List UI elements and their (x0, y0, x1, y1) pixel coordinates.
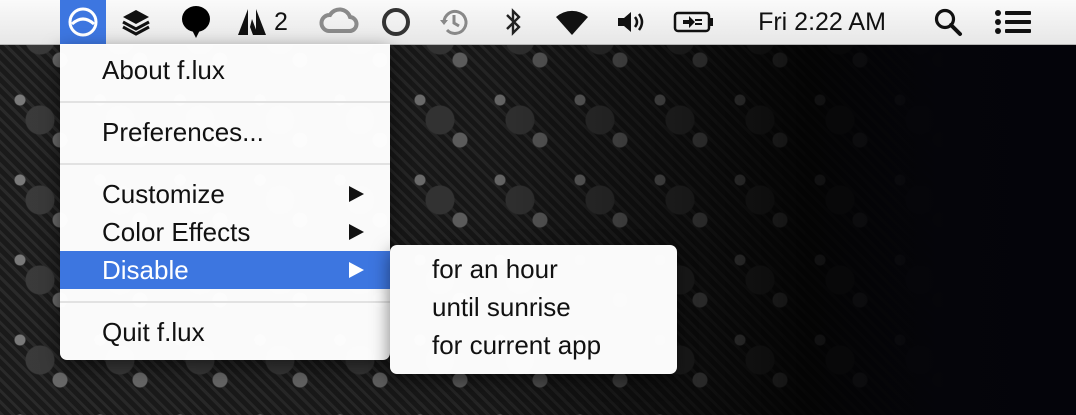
submenu-arrow-icon (349, 186, 364, 202)
circle-app-icon (380, 6, 412, 38)
wifi-icon (553, 7, 591, 37)
bluetooth-menu-extra[interactable] (496, 0, 530, 44)
volume-menu-extra[interactable] (612, 0, 650, 44)
volume-icon (615, 8, 647, 36)
clock-text: Fri 2:22 AM (758, 7, 886, 36)
submenu-item-for-current-app[interactable]: for current app (390, 326, 677, 364)
wifi-menu-extra[interactable] (550, 0, 594, 44)
disable-submenu: for an hour until sunrise for current ap… (390, 245, 677, 374)
menu-item-color-effects[interactable]: Color Effects (60, 213, 390, 251)
notification-center-menu-extra[interactable] (990, 0, 1036, 44)
menu-bar: 2 Fri 2:22 AM (0, 0, 1076, 45)
stacks-menu-extra[interactable] (116, 0, 156, 44)
creative-cloud-menu-extra[interactable] (316, 0, 362, 44)
flux-dropdown-menu: About f.lux Preferences... Customize Col… (60, 44, 390, 360)
submenu-item-label: for current app (432, 330, 602, 360)
menu-item-preferences[interactable]: Preferences... (60, 113, 390, 151)
submenu-arrow-icon (349, 262, 364, 278)
menu-item-customize[interactable]: Customize (60, 175, 390, 213)
speech-menu-extra[interactable] (176, 0, 216, 44)
menu-item-label: Color Effects (102, 217, 251, 247)
submenu-item-until-sunrise[interactable]: until sunrise (390, 288, 677, 326)
bluetooth-icon (503, 7, 523, 37)
notification-center-icon (994, 8, 1032, 36)
submenu-item-label: until sunrise (432, 292, 571, 322)
menu-item-about[interactable]: About f.lux (60, 51, 390, 89)
time-machine-icon (438, 6, 470, 38)
speech-bubble-icon (180, 5, 212, 39)
adobe-icon (236, 7, 268, 37)
menu-item-disable[interactable]: Disable (60, 251, 390, 289)
battery-charging-icon (672, 9, 716, 35)
menu-separator (60, 101, 390, 103)
menu-item-label: Preferences... (102, 117, 264, 147)
spotlight-menu-extra[interactable] (928, 0, 968, 44)
adobe-badge-count: 2 (274, 7, 288, 36)
submenu-item-for-an-hour[interactable]: for an hour (390, 250, 677, 288)
battery-menu-extra[interactable] (670, 0, 718, 44)
menu-item-label: About f.lux (102, 55, 225, 85)
creative-cloud-icon (319, 7, 359, 37)
flux-menu-extra[interactable] (60, 0, 106, 44)
menubar-clock[interactable]: Fri 2:22 AM (734, 0, 910, 44)
menu-item-label: Disable (102, 255, 189, 285)
menu-item-label: Quit f.lux (102, 317, 205, 347)
submenu-item-label: for an hour (432, 254, 558, 284)
menu-separator (60, 301, 390, 303)
menu-item-label: Customize (102, 179, 225, 209)
menu-item-quit[interactable]: Quit f.lux (60, 313, 390, 351)
flux-icon (67, 6, 99, 38)
submenu-arrow-icon (349, 224, 364, 240)
menu-separator (60, 163, 390, 165)
stacks-icon (120, 6, 152, 38)
circle-app-menu-extra[interactable] (376, 0, 416, 44)
time-machine-menu-extra[interactable] (434, 0, 474, 44)
adobe-menu-extra[interactable]: 2 (236, 0, 298, 44)
spotlight-search-icon (933, 7, 963, 37)
